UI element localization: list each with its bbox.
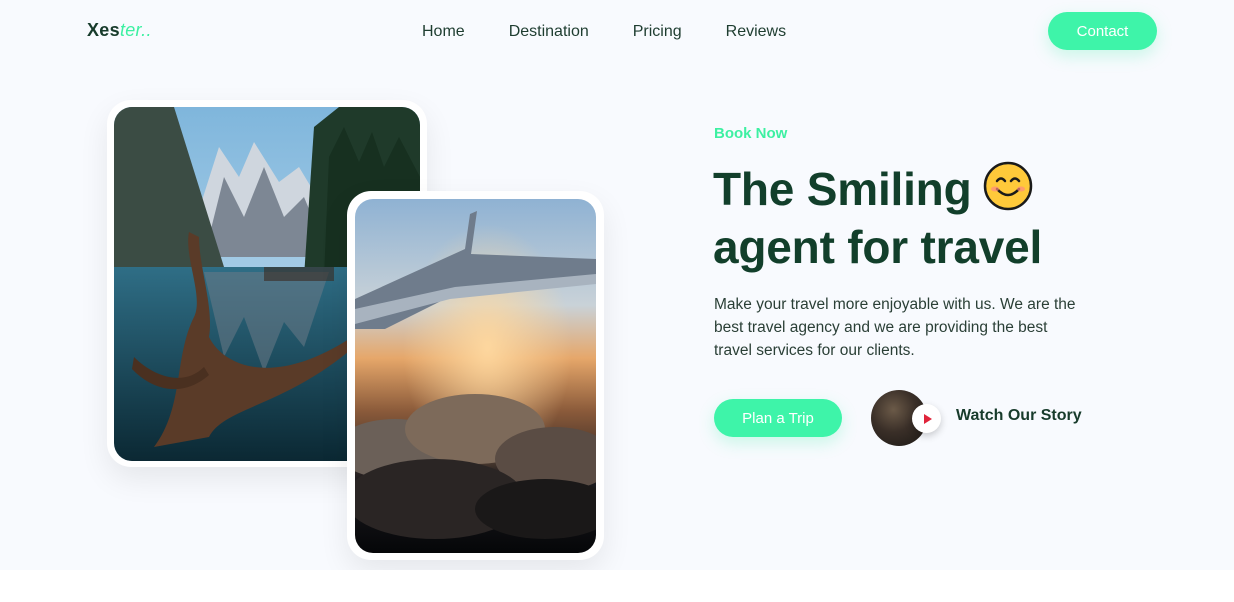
- nav-pricing[interactable]: Pricing: [633, 22, 682, 42]
- main-nav: Home Destination Pricing Reviews: [422, 22, 830, 42]
- book-now-kicker: Book Now: [714, 125, 788, 142]
- headline-line-1: The Smiling: [713, 163, 972, 215]
- section-divider: [0, 570, 1234, 602]
- airplane-photo-card: [347, 191, 604, 560]
- nav-destination[interactable]: Destination: [509, 22, 589, 42]
- nav-home[interactable]: Home: [422, 22, 465, 42]
- airplane-wing-image: [355, 199, 596, 553]
- hero-description: Make your travel more enjoyable with us.…: [714, 296, 1076, 359]
- watch-story-label[interactable]: Watch Our Story: [956, 407, 1082, 425]
- logo[interactable]: Xester..: [87, 20, 152, 41]
- headline-line-2: agent for travel: [713, 221, 1043, 273]
- logo-main: Xes: [87, 20, 120, 40]
- logo-accent: ter..: [119, 20, 152, 40]
- play-icon[interactable]: [912, 404, 941, 433]
- plan-a-trip-button[interactable]: Plan a Trip: [714, 399, 842, 437]
- smiling-face-icon: [983, 161, 1033, 211]
- contact-button[interactable]: Contact: [1048, 12, 1157, 50]
- hero-headline: The Smiling agent for travel: [713, 160, 1042, 276]
- nav-reviews[interactable]: Reviews: [726, 22, 786, 42]
